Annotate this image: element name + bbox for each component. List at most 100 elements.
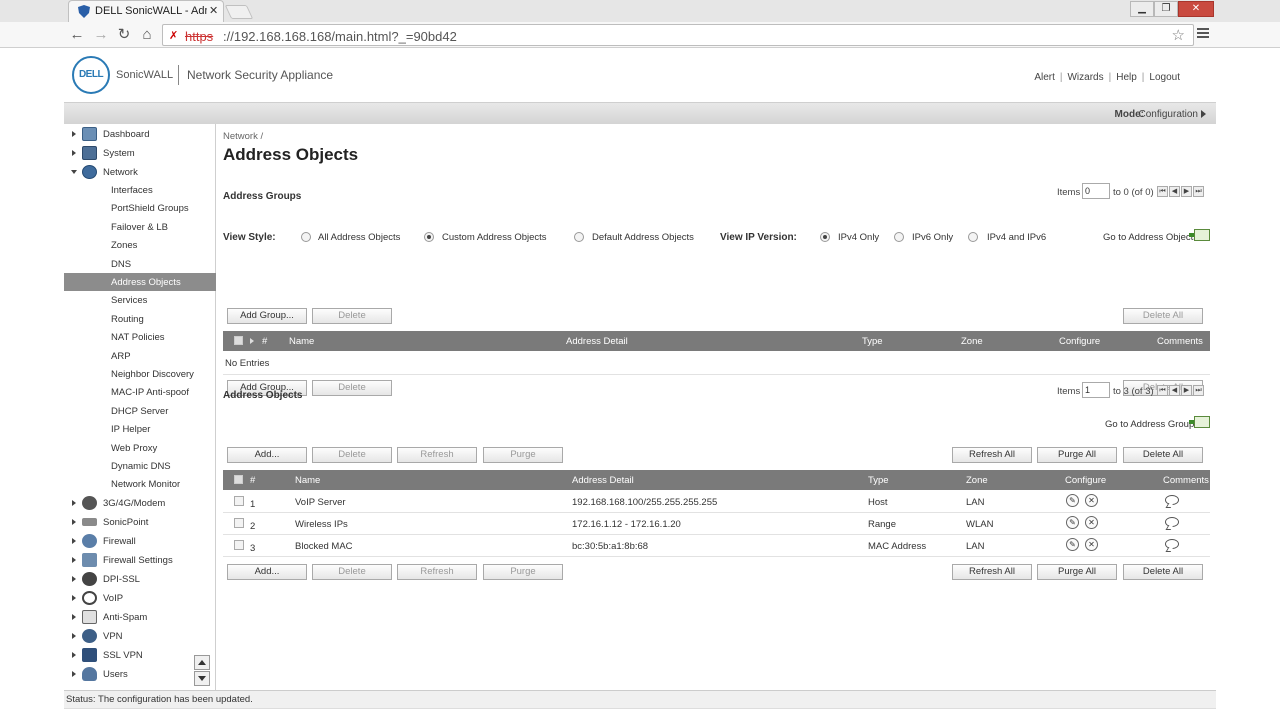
minimize-button[interactable]: ▁ [1130, 1, 1154, 17]
back-arrow-icon[interactable]: ← [67, 25, 87, 45]
sidebar-item-network-monitor[interactable]: Network Monitor [64, 475, 216, 493]
delete-x-icon[interactable]: ✕ [1085, 516, 1098, 529]
last-page-icon[interactable]: ⏭ [1193, 385, 1204, 396]
prev-page-icon[interactable]: ◀ [1169, 385, 1180, 396]
sidebar-item-address-objects[interactable]: Address Objects [64, 273, 216, 291]
sidebar-item-neighbor-discovery[interactable]: Neighbor Discovery [64, 365, 216, 383]
sidebar-scroll-up-button[interactable] [194, 655, 210, 670]
select-all-objects-checkbox[interactable] [234, 475, 243, 484]
sidebar-item-portshield-groups[interactable]: PortShield Groups [64, 199, 216, 217]
goto-address-groups-link[interactable]: Go to Address Groups [1105, 419, 1199, 430]
sidebar-item-sonicpoint[interactable]: SonicPoint [64, 514, 216, 532]
browser-menu-icon[interactable] [1197, 28, 1209, 40]
sidebar-item-zones[interactable]: Zones [64, 236, 216, 254]
last-page-icon[interactable]: ⏭ [1193, 186, 1204, 197]
objects-page-input[interactable]: 1 [1082, 382, 1110, 398]
alert-link[interactable]: Alert [1034, 72, 1055, 83]
sidebar-item-services[interactable]: Services [64, 291, 216, 309]
sidebar-item-web-proxy[interactable]: Web Proxy [64, 439, 216, 457]
delete-group-button[interactable]: Delete [312, 308, 392, 324]
delete-all-objects-button-bottom[interactable]: Delete All [1123, 564, 1203, 580]
radio-custom-address-objects[interactable] [424, 232, 434, 242]
comment-bubble-icon[interactable] [1165, 539, 1179, 549]
next-page-icon[interactable]: ▶ [1181, 385, 1192, 396]
purge-object-button[interactable]: Purge [483, 447, 563, 463]
sidebar-item-routing[interactable]: Routing [64, 310, 216, 328]
sidebar-item-interfaces[interactable]: Interfaces [64, 181, 216, 199]
edit-pencil-icon[interactable]: ✎ [1066, 538, 1079, 551]
purge-all-button[interactable]: Purge All [1037, 447, 1117, 463]
breadcrumb[interactable]: Network / [223, 131, 263, 142]
sidebar-item-firewall-settings[interactable]: Firewall Settings [64, 552, 216, 570]
add-object-button[interactable]: Add... [227, 447, 307, 463]
logout-link[interactable]: Logout [1149, 72, 1180, 83]
mode-arrow-icon[interactable] [1201, 110, 1206, 118]
sidebar-item-dashboard[interactable]: Dashboard [64, 126, 216, 144]
add-object-button-bottom[interactable]: Add... [227, 564, 307, 580]
row-checkbox[interactable] [234, 496, 244, 506]
delete-x-icon[interactable]: ✕ [1085, 494, 1098, 507]
bookmark-star-icon[interactable]: ☆ [1172, 26, 1185, 44]
sidebar-item-dns[interactable]: DNS [64, 255, 216, 273]
sidebar-item-voip[interactable]: VoIP [64, 590, 216, 608]
next-page-icon[interactable]: ▶ [1181, 186, 1192, 197]
delete-all-groups-button[interactable]: Delete All [1123, 308, 1203, 324]
forward-arrow-icon[interactable]: → [91, 25, 111, 45]
window-close-button[interactable]: ✕ [1178, 1, 1214, 17]
sidebar-item-system[interactable]: System [64, 145, 216, 163]
sidebar-item-network[interactable]: Network [64, 164, 216, 182]
row-checkbox[interactable] [234, 540, 244, 550]
sidebar-item-dhcp-server[interactable]: DHCP Server [64, 402, 216, 420]
sidebar-scroll-down-button[interactable] [194, 671, 210, 686]
expand-all-icon[interactable] [250, 338, 254, 344]
goto-arrow-icon[interactable] [1189, 229, 1210, 241]
refresh-all-button[interactable]: Refresh All [952, 447, 1032, 463]
mode-value[interactable]: Configuration [1139, 109, 1198, 120]
first-page-icon[interactable]: ⏮ [1157, 186, 1168, 197]
new-tab-button[interactable] [224, 5, 254, 19]
sidebar-item-failover-lb[interactable]: Failover & LB [64, 218, 216, 236]
first-page-icon[interactable]: ⏮ [1157, 385, 1168, 396]
purge-object-button-bottom[interactable]: Purge [483, 564, 563, 580]
add-group-button[interactable]: Add Group... [227, 308, 307, 324]
row-checkbox[interactable] [234, 518, 244, 528]
wizards-link[interactable]: Wizards [1067, 72, 1103, 83]
goto-address-objects-link[interactable]: Go to Address Objects [1103, 232, 1198, 243]
purge-all-button-bottom[interactable]: Purge All [1037, 564, 1117, 580]
radio-ipv4-only[interactable] [820, 232, 830, 242]
edit-pencil-icon[interactable]: ✎ [1066, 494, 1079, 507]
address-bar[interactable]: ✗ https ://192.168.168.168/main.html?_=9… [162, 24, 1194, 46]
radio-default-address-objects[interactable] [574, 232, 584, 242]
radio-ipv4-and-ipv6[interactable] [968, 232, 978, 242]
sidebar-item-dpi-ssl[interactable]: DPI-SSL [64, 571, 216, 589]
select-all-groups-checkbox[interactable] [234, 336, 243, 345]
radio-all-address-objects[interactable] [301, 232, 311, 242]
sidebar-item-anti-spam[interactable]: Anti-Spam [64, 609, 216, 627]
delete-all-objects-button[interactable]: Delete All [1123, 447, 1203, 463]
refresh-all-button-bottom[interactable]: Refresh All [952, 564, 1032, 580]
home-icon[interactable]: ⌂ [137, 25, 157, 45]
prev-page-icon[interactable]: ◀ [1169, 186, 1180, 197]
sidebar-item-firewall[interactable]: Firewall [64, 533, 216, 551]
delete-object-button-bottom[interactable]: Delete [312, 564, 392, 580]
refresh-object-button[interactable]: Refresh [397, 447, 477, 463]
help-link[interactable]: Help [1116, 72, 1137, 83]
goto-arrow-icon[interactable] [1189, 416, 1210, 428]
reload-icon[interactable]: ↻ [114, 25, 134, 45]
comment-bubble-icon[interactable] [1165, 495, 1179, 505]
radio-ipv6-only[interactable] [894, 232, 904, 242]
sidebar-item-mac-ip-anti-spoof[interactable]: MAC-IP Anti-spoof [64, 383, 216, 401]
sidebar-item-nat-policies[interactable]: NAT Policies [64, 328, 216, 346]
browser-tab[interactable]: DELL SonicWALL - Admin ✕ [68, 0, 224, 22]
sidebar-item-ip-helper[interactable]: IP Helper [64, 420, 216, 438]
sidebar-item-dynamic-dns[interactable]: Dynamic DNS [64, 457, 216, 475]
tab-close-icon[interactable]: ✕ [209, 4, 218, 17]
delete-group-button-bottom[interactable]: Delete [312, 380, 392, 396]
sidebar-item-arp[interactable]: ARP [64, 347, 216, 365]
delete-x-icon[interactable]: ✕ [1085, 538, 1098, 551]
comment-bubble-icon[interactable] [1165, 517, 1179, 527]
sidebar-item-3g4g-modem[interactable]: 3G/4G/Modem [64, 495, 216, 513]
maximize-button[interactable]: ❐ [1154, 1, 1178, 17]
delete-object-button[interactable]: Delete [312, 447, 392, 463]
groups-page-input[interactable]: 0 [1082, 183, 1110, 199]
